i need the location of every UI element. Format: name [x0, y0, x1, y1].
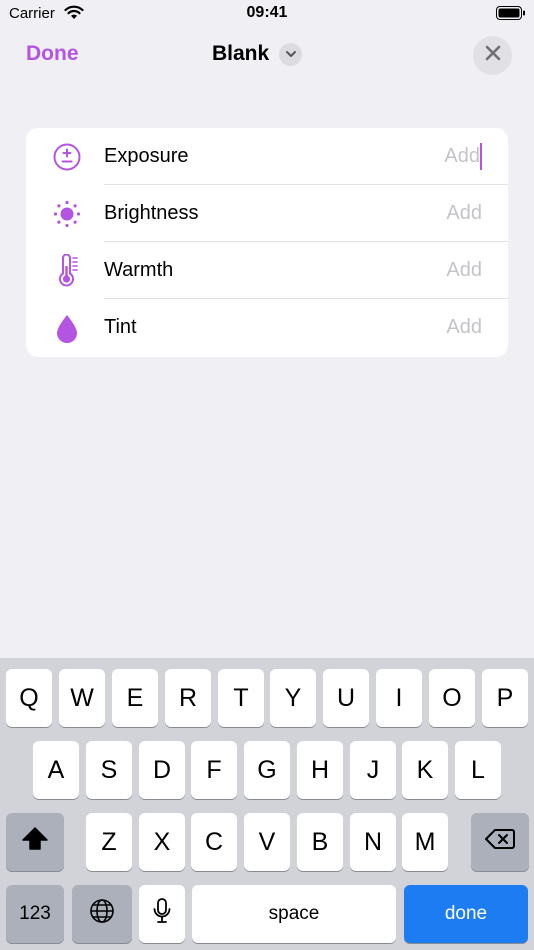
key-z[interactable]: Z — [86, 813, 132, 871]
drop-icon — [52, 313, 82, 343]
brightness-input[interactable]: Add — [446, 202, 482, 225]
tint-input[interactable]: Add — [446, 316, 482, 339]
key-y[interactable]: Y — [270, 669, 316, 727]
key-l[interactable]: L — [455, 741, 501, 799]
done-button[interactable]: Done — [26, 42, 79, 66]
delete-icon — [485, 828, 515, 857]
page-title: Blank — [212, 42, 270, 65]
row-label: Warmth — [104, 259, 174, 281]
chevron-down-icon — [279, 42, 303, 66]
list-item-tint[interactable]: Tint Add — [26, 299, 508, 356]
key-b[interactable]: B — [297, 813, 343, 871]
space-key[interactable]: space — [192, 885, 396, 943]
key-i[interactable]: I — [376, 669, 422, 727]
numbers-key[interactable]: 123 — [6, 885, 64, 943]
exposure-input[interactable]: Add — [444, 145, 480, 168]
delete-key[interactable] — [471, 813, 529, 871]
key-g[interactable]: G — [244, 741, 290, 799]
list-item-warmth[interactable]: Warmth Add — [26, 242, 508, 299]
key-e[interactable]: E — [112, 669, 158, 727]
list-item-exposure[interactable]: Exposure Add — [26, 128, 508, 185]
key-t[interactable]: T — [218, 669, 264, 727]
microphone-icon — [152, 897, 172, 932]
row-label: Exposure — [104, 145, 189, 167]
key-v[interactable]: V — [244, 813, 290, 871]
keyboard: Q W E R T Y U I O P A S D F G H J K L Z … — [0, 658, 534, 950]
key-u[interactable]: U — [323, 669, 369, 727]
row-label: Tint — [104, 316, 137, 338]
close-button[interactable] — [473, 36, 512, 75]
keyboard-done-key[interactable]: done — [404, 885, 528, 943]
key-f[interactable]: F — [191, 741, 237, 799]
row-label: Brightness — [104, 202, 199, 224]
key-o[interactable]: O — [429, 669, 475, 727]
title-menu[interactable]: Blank — [212, 42, 303, 66]
key-n[interactable]: N — [350, 813, 396, 871]
key-d[interactable]: D — [139, 741, 185, 799]
exposure-icon — [52, 142, 82, 172]
key-j[interactable]: J — [350, 741, 396, 799]
thermometer-icon — [52, 254, 82, 287]
shift-key[interactable] — [6, 813, 64, 871]
key-h[interactable]: H — [297, 741, 343, 799]
shift-icon — [21, 826, 49, 859]
status-time: 09:41 — [246, 4, 288, 21]
key-q[interactable]: Q — [6, 669, 52, 727]
adjustments-list: Exposure Add Brightness Add Warmth Add T… — [26, 128, 508, 357]
close-icon — [484, 44, 502, 67]
text-cursor — [480, 143, 482, 170]
globe-key[interactable] — [72, 885, 132, 943]
key-s[interactable]: S — [86, 741, 132, 799]
status-bar: Carrier 09:41 — [0, 0, 534, 28]
key-c[interactable]: C — [191, 813, 237, 871]
key-k[interactable]: K — [402, 741, 448, 799]
battery-icon — [496, 6, 526, 25]
microphone-key[interactable] — [139, 885, 185, 943]
key-r[interactable]: R — [165, 669, 211, 727]
warmth-input[interactable]: Add — [446, 259, 482, 282]
key-m[interactable]: M — [402, 813, 448, 871]
list-item-brightness[interactable]: Brightness Add — [26, 185, 508, 242]
globe-icon — [89, 898, 115, 931]
key-a[interactable]: A — [33, 741, 79, 799]
key-w[interactable]: W — [59, 669, 105, 727]
brightness-icon — [52, 199, 82, 229]
key-x[interactable]: X — [139, 813, 185, 871]
key-p[interactable]: P — [482, 669, 528, 727]
